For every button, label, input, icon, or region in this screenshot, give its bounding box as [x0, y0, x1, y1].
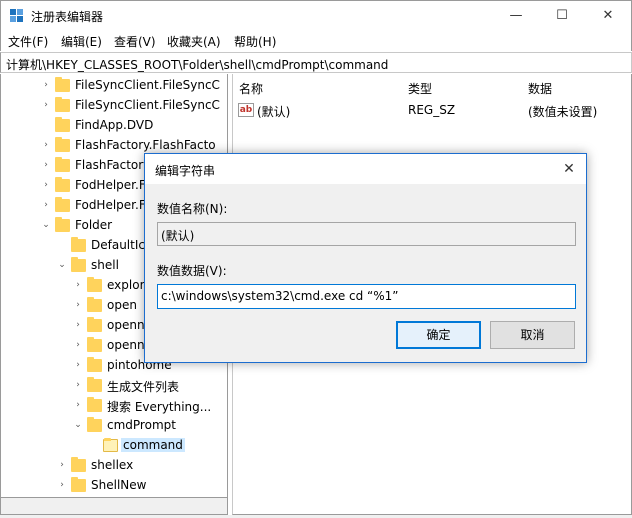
value-data-input[interactable]: c:\windows\system32\cmd.exe cd “%1” — [157, 284, 576, 309]
window-title: 注册表编辑器 — [31, 10, 104, 24]
chevron-right-icon[interactable]: › — [73, 318, 83, 332]
folder-icon — [87, 397, 102, 412]
column-header-type[interactable]: 类型 — [408, 80, 432, 97]
menu-file[interactable]: 文件(F) — [8, 33, 48, 50]
folder-icon — [55, 197, 70, 212]
chevron-right-icon[interactable]: › — [57, 478, 67, 492]
address-bar[interactable]: 计算机\HKEY_CLASSES_ROOT\Folder\shell\cmdPr… — [0, 52, 632, 73]
minimize-button[interactable]: — — [493, 1, 539, 31]
chevron-right-icon[interactable]: › — [73, 398, 83, 412]
address-path[interactable]: 计算机\HKEY_CLASSES_ROOT\Folder\shell\cmdPr… — [6, 56, 388, 73]
chevron-right-icon[interactable]: › — [41, 138, 51, 152]
dialog-title: 编辑字符串 — [155, 164, 216, 178]
folder-icon — [71, 457, 86, 472]
folder-icon — [55, 117, 70, 132]
folder-icon — [87, 377, 102, 392]
chevron-right-icon[interactable]: › — [73, 338, 83, 352]
horizontal-scrollbar[interactable] — [0, 498, 228, 515]
chevron-down-icon[interactable]: ⌄ — [57, 258, 67, 272]
chevron-down-icon[interactable]: ⌄ — [73, 418, 83, 432]
chevron-right-icon[interactable]: › — [57, 458, 67, 472]
value-data: (数值未设置) — [528, 105, 598, 119]
folder-icon — [55, 157, 70, 172]
value-row[interactable]: ab (默认) REG_SZ (数值未设置) — [233, 100, 631, 120]
column-header-name[interactable]: 名称 — [239, 80, 263, 97]
folder-icon — [87, 357, 102, 372]
folder-icon — [55, 137, 70, 152]
folder-icon — [71, 477, 86, 492]
chevron-right-icon[interactable]: › — [73, 278, 83, 292]
chevron-right-icon[interactable]: › — [73, 358, 83, 372]
dialog-close-button[interactable]: ✕ — [552, 154, 586, 184]
folder-icon — [55, 217, 70, 232]
dialog-title-bar: 编辑字符串 ✕ — [145, 154, 586, 184]
dialog-body: 数值名称(N): (默认) 数值数据(V): c:\windows\system… — [145, 184, 586, 362]
chevron-right-icon[interactable]: › — [41, 198, 51, 212]
chevron-right-icon[interactable]: › — [41, 98, 51, 112]
folder-icon — [71, 257, 86, 272]
close-button[interactable]: ✕ — [585, 1, 631, 31]
menu-help[interactable]: 帮助(H) — [234, 33, 276, 50]
ok-button[interactable]: 确定 — [396, 321, 481, 349]
chevron-down-icon[interactable]: ⌄ — [41, 218, 51, 232]
column-header-data[interactable]: 数据 — [528, 80, 552, 97]
menu-view[interactable]: 查看(V) — [114, 33, 156, 50]
folder-icon — [87, 337, 102, 352]
cancel-button[interactable]: 取消 — [490, 321, 575, 349]
folder-icon — [87, 417, 102, 432]
chevron-right-icon[interactable]: › — [41, 78, 51, 92]
value-data-label: 数值数据(V): — [157, 264, 227, 278]
folder-icon — [55, 77, 70, 92]
chevron-right-icon[interactable]: › — [41, 178, 51, 192]
value-name: (默认) — [257, 105, 291, 119]
value-name-label: 数值名称(N): — [157, 202, 228, 216]
string-value-icon: ab — [238, 103, 254, 117]
folder-icon — [71, 237, 86, 252]
value-name-field: (默认) — [157, 222, 576, 246]
folder-icon — [87, 297, 102, 312]
folder-icon — [87, 317, 102, 332]
chevron-right-icon[interactable]: › — [73, 378, 83, 392]
edit-string-dialog: 编辑字符串 ✕ 数值名称(N): (默认) 数值数据(V): c:\window… — [144, 153, 587, 363]
menu-edit[interactable]: 编辑(E) — [61, 33, 102, 50]
title-bar: 注册表编辑器 — ☐ ✕ — [0, 0, 632, 31]
value-type: REG_SZ — [408, 103, 456, 117]
menu-favorites[interactable]: 收藏夹(A) — [167, 33, 221, 50]
menu-bar: 文件(F) 编辑(E) 查看(V) 收藏夹(A) 帮助(H) — [0, 31, 632, 51]
chevron-right-icon[interactable]: › — [41, 158, 51, 172]
folder-icon — [55, 97, 70, 112]
chevron-right-icon[interactable]: › — [73, 298, 83, 312]
folder-icon — [55, 177, 70, 192]
registry-editor-icon — [10, 9, 24, 23]
maximize-button[interactable]: ☐ — [539, 1, 585, 31]
folder-icon — [87, 277, 102, 292]
open-folder-icon — [103, 438, 118, 452]
